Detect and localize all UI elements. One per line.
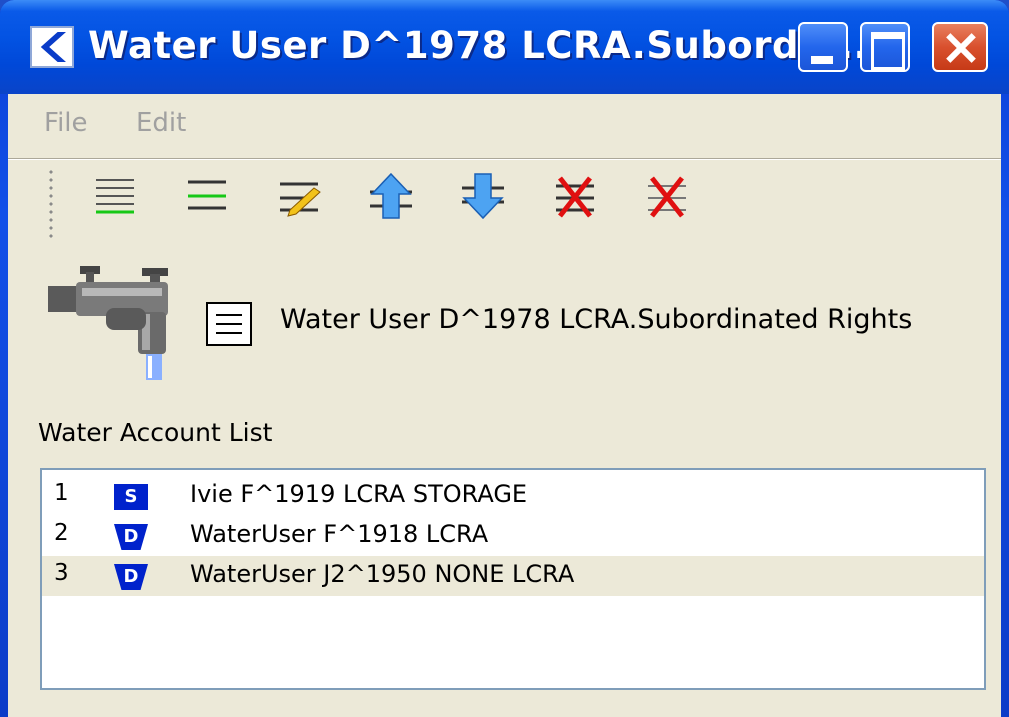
list-edit-icon [280, 182, 321, 217]
menu-divider [8, 158, 1001, 160]
menu-edit[interactable]: Edit [136, 108, 186, 138]
delete-all-icon [648, 176, 686, 218]
list-item[interactable]: 1 S Ivie F^1919 LCRA STORAGE [42, 476, 984, 516]
add-row-button[interactable] [92, 172, 138, 222]
toolbar [8, 164, 1001, 238]
delete-row-icon [556, 176, 594, 218]
row-index: 1 [54, 480, 69, 506]
title-bar[interactable]: Water User D^1978 LCRA.Subordin... [0, 0, 1009, 94]
list-add-bottom-icon [96, 179, 134, 214]
water-account-list[interactable]: 1 S Ivie F^1919 LCRA STORAGE 2 D WaterUs… [40, 468, 986, 690]
list-item-selected[interactable]: 3 D WaterUser J2^1950 NONE LCRA [42, 556, 984, 596]
diversion-badge-icon: D [114, 524, 148, 550]
row-index: 2 [54, 520, 69, 546]
move-down-button[interactable] [460, 172, 506, 222]
delete-all-button[interactable] [644, 172, 690, 222]
window-title: Water User D^1978 LCRA.Subordin... [88, 24, 883, 67]
diversion-badge-icon: D [114, 564, 148, 590]
move-down-icon [462, 173, 504, 220]
object-header: Water User D^1978 LCRA.Subordinated Righ… [8, 254, 1001, 384]
row-name: WaterUser F^1918 LCRA [190, 520, 489, 548]
storage-badge-icon: S [114, 484, 148, 510]
faucet-icon [46, 264, 176, 380]
move-up-button[interactable] [368, 172, 414, 222]
client-area: File Edit Water User D^1978 LCRA.Subordi… [8, 94, 1001, 717]
menu-file[interactable]: File [44, 108, 88, 138]
row-name: WaterUser J2^1950 NONE LCRA [190, 560, 575, 588]
list-item[interactable]: 2 D WaterUser F^1918 LCRA [42, 516, 984, 556]
delete-row-button[interactable] [552, 172, 598, 222]
insert-row-button[interactable] [184, 172, 230, 222]
close-button[interactable] [932, 22, 988, 72]
menu-bar: File Edit [8, 94, 1001, 156]
list-insert-icon [188, 180, 226, 210]
move-up-icon [370, 172, 412, 219]
toolbar-grip-handle[interactable] [48, 168, 54, 238]
object-title: Water User D^1978 LCRA.Subordinated Righ… [280, 304, 913, 335]
water-account-list-label: Water Account List [38, 418, 273, 447]
row-name: Ivie F^1919 LCRA STORAGE [190, 480, 528, 508]
app-window: Water User D^1978 LCRA.Subordin... File … [0, 0, 1009, 717]
maximize-button[interactable] [860, 22, 910, 72]
minimize-button[interactable] [798, 22, 848, 72]
edit-row-button[interactable] [276, 172, 322, 222]
row-index: 3 [54, 560, 69, 586]
app-logo-icon[interactable] [30, 26, 74, 68]
document-icon [206, 302, 252, 346]
